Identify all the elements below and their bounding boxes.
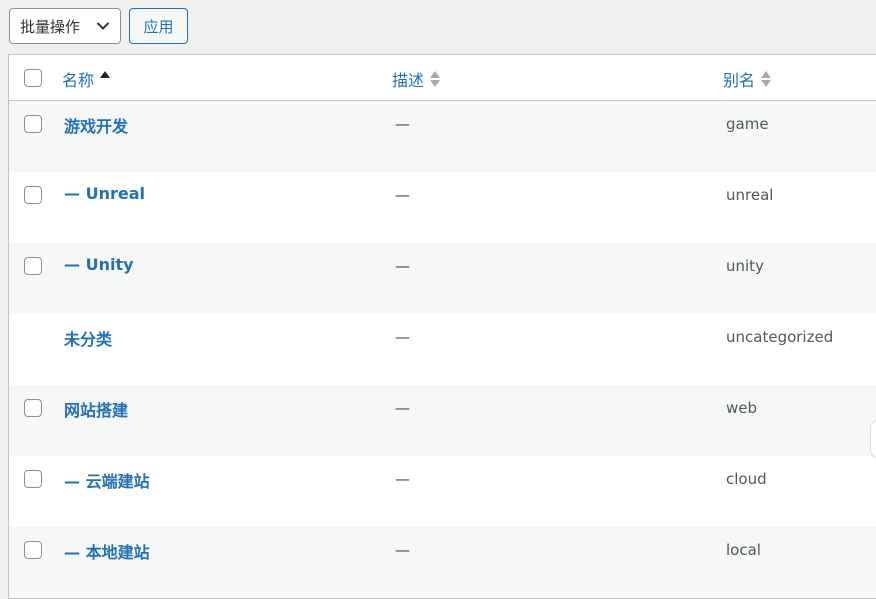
category-slug: local [726,541,761,559]
sort-ascending-icon [99,69,111,89]
category-slug: unity [726,257,764,275]
row-checkbox[interactable] [24,115,42,133]
row-checkbox[interactable] [24,257,42,275]
column-header-slug-label: 别名 [723,71,756,90]
column-header-name[interactable]: 名称 [62,67,111,91]
chevron-down-icon [96,19,110,33]
category-name-link[interactable]: 游戏开发 [64,113,128,137]
category-name-link[interactable]: — Unreal [64,184,145,203]
category-name-link[interactable]: 未分类 [64,326,112,350]
category-slug: game [726,115,769,133]
category-name-link[interactable]: — 本地建站 [64,539,150,563]
column-header-description-label: 描述 [392,71,425,90]
row-checkbox[interactable] [24,541,42,559]
table-row: — 本地建站 — local [9,527,876,598]
row-checkbox[interactable] [24,399,42,417]
category-description: — [395,186,410,204]
sort-icon [429,69,441,89]
table-row: 游戏开发 — game [9,101,876,172]
category-slug: cloud [726,470,767,488]
table-row: — 云端建站 — cloud [9,456,876,527]
table-row: — Unreal — unreal [9,172,876,243]
category-name-link[interactable]: — 云端建站 [64,468,150,492]
select-all-checkbox[interactable] [24,69,42,87]
column-header-slug[interactable]: 别名 [723,67,772,91]
category-slug: web [726,399,758,417]
category-description: — [395,541,410,559]
table-row: — Unity — unity [9,243,876,314]
apply-button[interactable]: 应用 [129,8,188,44]
scroll-handle[interactable] [870,420,876,458]
column-header-description[interactable]: 描述 [392,67,441,91]
bulk-actions-toolbar: 批量操作 应用 [9,8,188,44]
row-checkbox[interactable] [24,186,42,204]
table-row: 网站搭建 — web [9,385,876,456]
row-checkbox[interactable] [24,470,42,488]
category-slug: uncategorized [726,328,834,346]
category-slug: unreal [726,186,774,204]
bulk-actions-select[interactable]: 批量操作 [9,8,121,44]
category-name-link[interactable]: 网站搭建 [64,397,128,421]
bulk-actions-label: 批量操作 [20,17,81,36]
category-description: — [395,399,410,417]
column-header-name-label: 名称 [62,71,95,90]
categories-table: 名称 描述 别名 游戏开发 — game — Unreal — unreal —… [8,54,876,599]
table-header: 名称 描述 别名 [9,55,876,101]
category-description: — [395,257,410,275]
category-description: — [395,470,410,488]
category-description: — [395,328,410,346]
sort-icon [760,69,772,89]
table-row: 未分类 — uncategorized [9,314,876,385]
category-description: — [395,115,410,133]
category-name-link[interactable]: — Unity [64,255,134,274]
